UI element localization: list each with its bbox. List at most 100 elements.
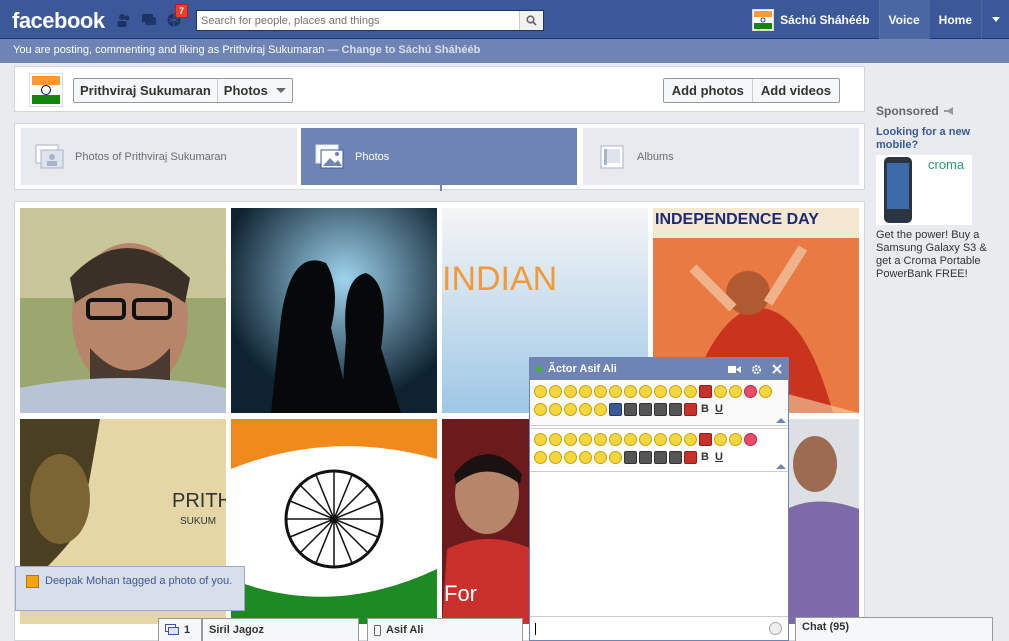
facebook-logo[interactable]: facebook xyxy=(12,8,105,34)
emoticon-glasses-icon[interactable] xyxy=(624,385,637,398)
messages-icon[interactable] xyxy=(141,12,157,28)
emoticon-smile-icon[interactable] xyxy=(534,433,547,446)
emoticon-kiss-icon[interactable] xyxy=(729,385,742,398)
emoticon-frown-icon[interactable] xyxy=(549,385,562,398)
photo-thumbnail[interactable]: For xyxy=(442,419,542,624)
emoticon-colonthree-icon[interactable] xyxy=(609,451,622,464)
close-icon[interactable] xyxy=(772,364,782,374)
notification-toast[interactable]: Deepak Mohan tagged a photo of you. xyxy=(15,566,245,611)
panel-toggle-icon[interactable] xyxy=(776,464,786,469)
chat-message-input[interactable] xyxy=(530,616,788,640)
emoticon-like-icon[interactable] xyxy=(609,403,622,416)
emoticon-cry-icon[interactable] xyxy=(684,385,697,398)
emoticon-heart-icon[interactable] xyxy=(744,433,757,446)
friend-requests-icon[interactable] xyxy=(116,12,132,28)
panel-toggle-icon[interactable] xyxy=(776,418,786,423)
emoticon-sunglasses-icon[interactable] xyxy=(639,433,652,446)
emoticon-chris-icon[interactable] xyxy=(654,403,667,416)
emoticon-penguin-icon[interactable] xyxy=(669,403,682,416)
emoticon-42-icon[interactable] xyxy=(684,451,697,464)
emoticon-smile-icon[interactable] xyxy=(534,385,547,398)
emoticon-grin-icon[interactable] xyxy=(579,433,592,446)
emoticon-gasp-icon[interactable] xyxy=(594,385,607,398)
search-button[interactable] xyxy=(519,11,543,30)
emoticon-grumpy-icon[interactable] xyxy=(654,433,667,446)
emoticon-pacman-icon[interactable] xyxy=(579,403,592,416)
voice-button[interactable]: Voice xyxy=(878,0,929,39)
emoticon-heart-icon[interactable] xyxy=(744,385,757,398)
emoticon-gasp-icon[interactable] xyxy=(594,433,607,446)
emoticon-angel-icon[interactable] xyxy=(714,385,727,398)
change-voice-link[interactable]: Change to Sáchú Sháhééb xyxy=(342,44,481,56)
emoticon-panel: B U xyxy=(530,381,788,426)
photo-thumbnail[interactable] xyxy=(787,419,859,624)
emoticon-cry-icon[interactable] xyxy=(684,433,697,446)
ad-title[interactable]: Looking for a new mobile? xyxy=(876,126,1001,152)
emoticon-kiki-icon[interactable] xyxy=(534,451,547,464)
search-input[interactable] xyxy=(197,11,519,30)
emoticon-confused-icon[interactable] xyxy=(549,403,562,416)
emoticon-squint-icon[interactable] xyxy=(534,403,547,416)
emoticon-angel-icon[interactable] xyxy=(714,433,727,446)
home-link[interactable]: Home xyxy=(928,0,981,39)
section-dropdown[interactable]: Photos xyxy=(218,79,292,102)
emoticon-42-icon[interactable] xyxy=(684,403,697,416)
emoticon-penguin-icon[interactable] xyxy=(669,451,682,464)
bold-button[interactable]: B xyxy=(699,403,711,419)
emoticon-grumpy-icon[interactable] xyxy=(654,385,667,398)
tab-photos[interactable]: Photos xyxy=(301,128,577,185)
emoticon-picker-icon[interactable] xyxy=(769,622,782,635)
emoticon-tongue-icon[interactable] xyxy=(564,433,577,446)
emoticon-robot-icon[interactable] xyxy=(624,403,637,416)
emoticon-glasses-icon[interactable] xyxy=(624,433,637,446)
photo-thumbnail[interactable] xyxy=(20,208,226,413)
chat-header[interactable]: Ãctor Asif Ali xyxy=(530,358,788,380)
emoticon-upset-icon[interactable] xyxy=(564,403,577,416)
emoticon-wink-icon[interactable] xyxy=(609,385,622,398)
underline-button[interactable]: U xyxy=(713,451,725,467)
add-photos-button[interactable]: Add photos xyxy=(664,79,752,102)
emoticon-pacman-icon[interactable] xyxy=(594,451,607,464)
page-name-button[interactable]: Prithviraj Sukumaran xyxy=(74,79,218,102)
emoticon-robot-icon[interactable] xyxy=(624,451,637,464)
profile-link[interactable]: Sáchú Sháhééb xyxy=(743,0,878,39)
emoticon-tongue-icon[interactable] xyxy=(564,385,577,398)
bold-button[interactable]: B xyxy=(699,451,711,467)
emoticon-unsure-icon[interactable] xyxy=(669,385,682,398)
video-call-icon[interactable] xyxy=(728,365,741,374)
emoticon-squint-icon[interactable] xyxy=(549,451,562,464)
emoticon-shark-icon[interactable] xyxy=(639,451,652,464)
messages-dock-tab[interactable]: 1 xyxy=(158,618,202,641)
emoticon-kiki-icon[interactable] xyxy=(759,385,772,398)
emoticon-colonthree-icon[interactable] xyxy=(594,403,607,416)
notification-text[interactable]: Deepak Mohan tagged a photo of you. xyxy=(45,575,232,610)
photo-thumbnail[interactable] xyxy=(231,419,437,624)
chat-tab-siril[interactable]: Siril Jagoz xyxy=(202,618,359,641)
emoticon-devil-icon[interactable] xyxy=(699,385,712,398)
tab-albums[interactable]: Albums xyxy=(583,128,859,185)
chat-sidebar-toggle[interactable]: Chat (95) xyxy=(795,617,993,641)
emoticon-confused-icon[interactable] xyxy=(564,451,577,464)
tab-photos-of[interactable]: Photos of Prithviraj Sukumaran xyxy=(21,128,297,185)
account-menu-button[interactable] xyxy=(981,0,1009,39)
photo-thumbnail[interactable] xyxy=(231,208,437,413)
emoticon-grin-icon[interactable] xyxy=(579,385,592,398)
chat-contact-name[interactable]: Ãctor Asif Ali xyxy=(548,363,617,375)
ad-brand: croma xyxy=(928,157,965,172)
emoticon-devil-icon[interactable] xyxy=(699,433,712,446)
emoticon-shark-icon[interactable] xyxy=(639,403,652,416)
emoticon-upset-icon[interactable] xyxy=(579,451,592,464)
ad-image[interactable]: croma xyxy=(876,155,972,225)
emoticon-kiss-icon[interactable] xyxy=(729,433,742,446)
emoticon-chris-icon[interactable] xyxy=(654,451,667,464)
underline-button[interactable]: U xyxy=(713,403,725,419)
add-videos-button[interactable]: Add videos xyxy=(751,79,839,102)
page-thumbnail[interactable] xyxy=(29,73,63,107)
chat-tab-asif[interactable]: Asif Ali xyxy=(367,618,523,641)
emoticon-wink-icon[interactable] xyxy=(609,433,622,446)
emoticon-frown-icon[interactable] xyxy=(549,433,562,446)
gear-icon[interactable] xyxy=(751,364,762,375)
add-media-buttons: Add photos Add videos xyxy=(662,78,840,103)
emoticon-unsure-icon[interactable] xyxy=(669,433,682,446)
emoticon-sunglasses-icon[interactable] xyxy=(639,385,652,398)
